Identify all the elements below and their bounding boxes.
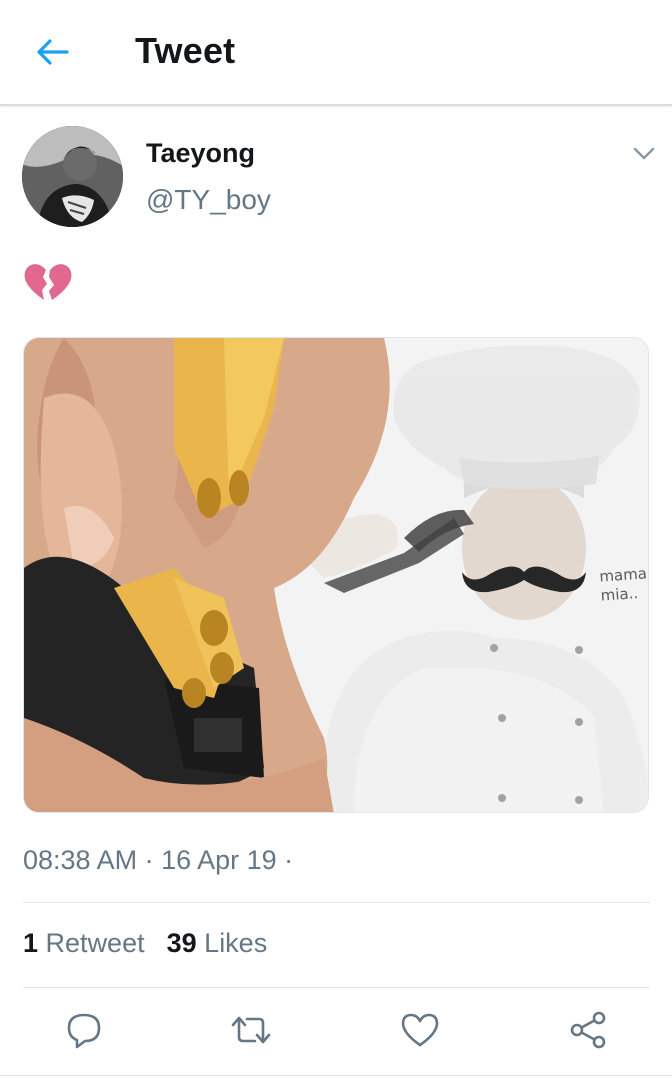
- divider: [23, 902, 650, 903]
- broken-heart-emoji: [23, 262, 73, 302]
- divider: [0, 1075, 672, 1076]
- tweet-stats: 1 Retweet 39 Likes: [23, 928, 267, 959]
- share-button[interactable]: [566, 1008, 610, 1052]
- retweet-button[interactable]: [229, 1008, 273, 1052]
- media-caption: mama mia..: [598, 564, 648, 605]
- back-button[interactable]: [28, 30, 76, 74]
- author-handle[interactable]: @TY_boy: [146, 184, 271, 216]
- retweets-stat[interactable]: 1 Retweet: [23, 928, 145, 959]
- top-app-bar: Tweet: [0, 0, 672, 106]
- avatar[interactable]: [22, 126, 123, 227]
- chevron-down-icon: [633, 147, 655, 160]
- media-caption-line-1: mama: [598, 564, 648, 586]
- page-title: Tweet: [135, 30, 236, 71]
- likes-count: 39: [166, 928, 197, 958]
- retweets-count: 1: [23, 928, 39, 958]
- likes-label: Likes: [204, 928, 268, 958]
- like-icon: [401, 1013, 439, 1047]
- broken-heart-icon: [24, 264, 72, 300]
- share-icon: [570, 1011, 606, 1049]
- retweet-icon: [231, 1016, 271, 1044]
- retweets-label: Retweet: [45, 928, 145, 958]
- tweet-timestamp: 08:38 AM · 16 Apr 19 ·: [23, 845, 294, 875]
- reply-button[interactable]: [62, 1008, 106, 1052]
- media-caption-line-2: mia..: [600, 584, 639, 605]
- back-arrow-icon: [37, 39, 69, 65]
- author-display-name[interactable]: Taeyong: [146, 138, 255, 169]
- reply-icon: [67, 1013, 101, 1049]
- tweet-menu-button[interactable]: [624, 138, 664, 170]
- tweet-media-image[interactable]: mama mia..: [23, 337, 649, 813]
- like-button[interactable]: [398, 1008, 442, 1052]
- divider: [23, 987, 650, 988]
- likes-stat[interactable]: 39 Likes: [167, 928, 268, 959]
